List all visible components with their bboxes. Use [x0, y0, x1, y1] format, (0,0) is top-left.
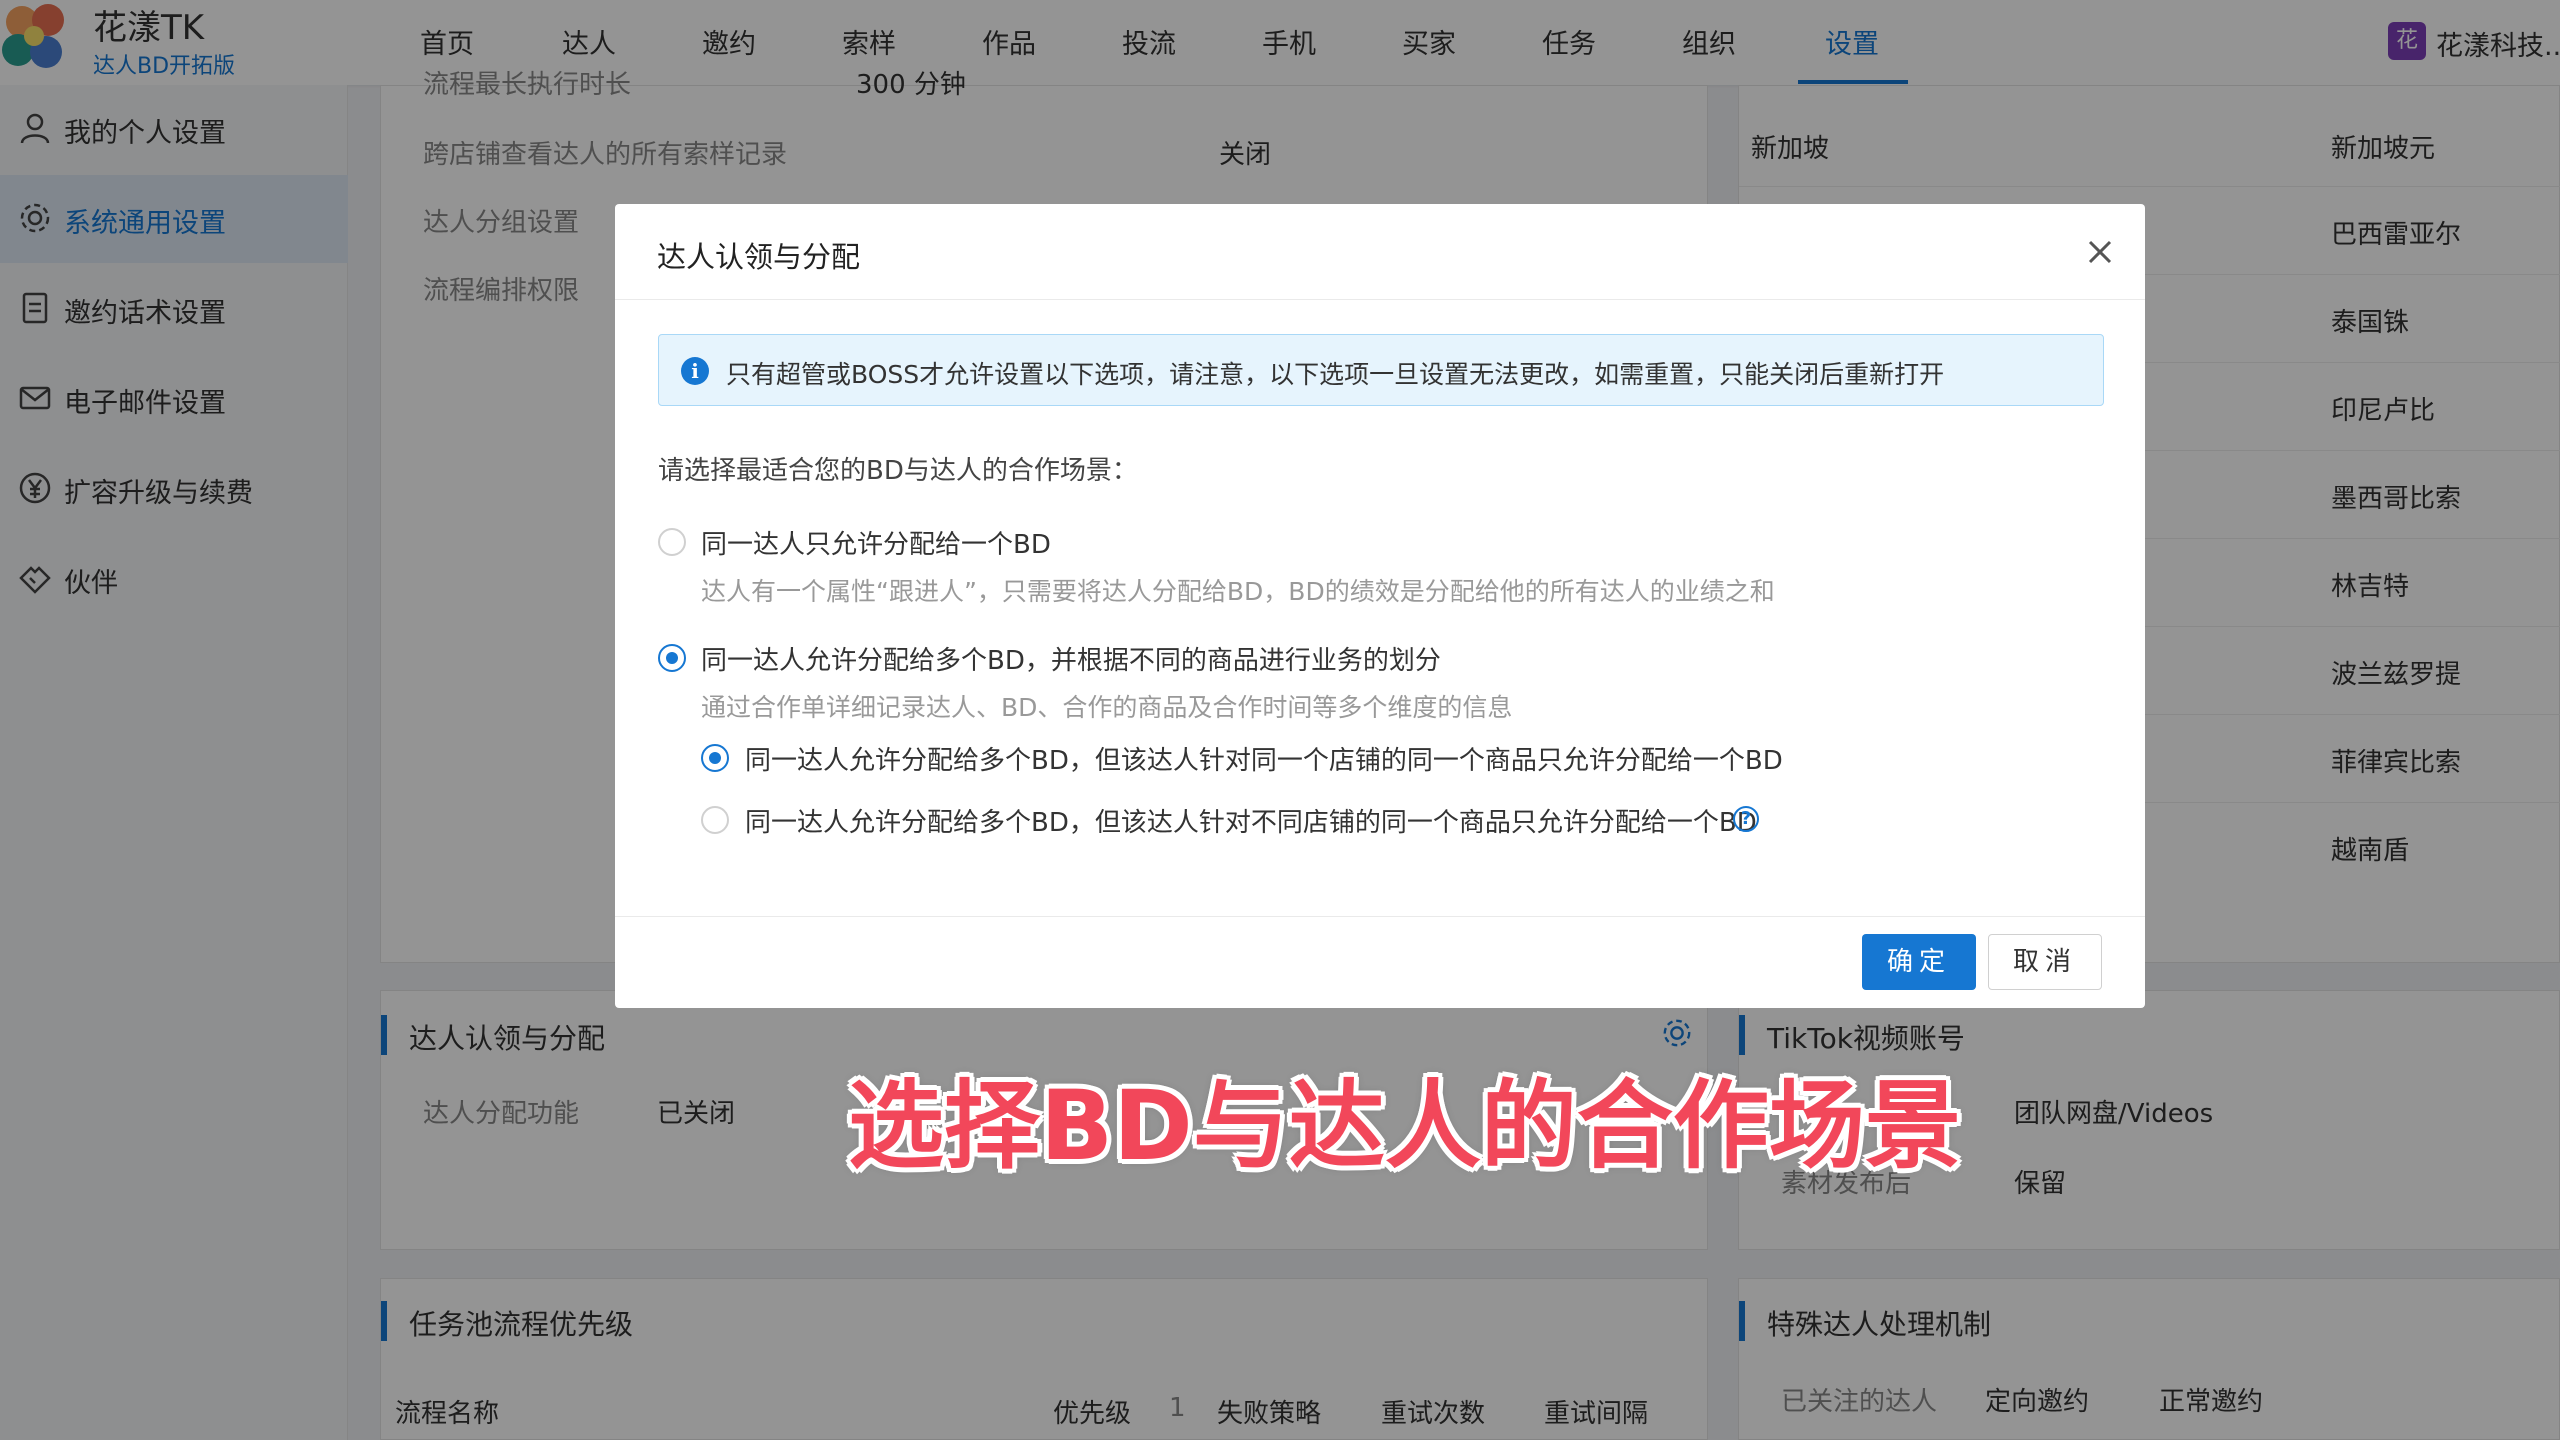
- alert-text: 只有超管或BOSS才允许设置以下选项，请注意，以下选项一旦设置无法更改，如需重置…: [726, 360, 1945, 389]
- modal-header: 达人认领与分配: [615, 204, 2145, 300]
- cancel-button[interactable]: 取消: [1988, 934, 2102, 990]
- option-multi-bd-radio[interactable]: [658, 644, 686, 672]
- claim-assign-modal: 达人认领与分配 i 只有超管或BOSS才允许设置以下选项，请注意，以下选项一旦设…: [615, 204, 2145, 1008]
- sub-option-diff-store-radio[interactable]: [701, 806, 729, 834]
- sub-option-same-store-radio[interactable]: [701, 744, 729, 772]
- sub-option-diff-store-label[interactable]: 同一达人允许分配给多个BD，但该达人针对不同店铺的同一个商品只允许分配给一个BD: [745, 802, 1757, 839]
- modal-footer-divider: [615, 916, 2145, 917]
- modal-title: 达人认领与分配: [657, 240, 861, 274]
- confirm-button[interactable]: 确定: [1862, 934, 1976, 990]
- scenario-question: 请选择最适合您的BD与达人的合作场景：: [658, 456, 1138, 486]
- option-single-bd-label[interactable]: 同一达人只允许分配给一个BD: [701, 524, 1051, 561]
- sub-option-same-store-label[interactable]: 同一达人允许分配给多个BD，但该达人针对同一个店铺的同一个商品只允许分配给一个B…: [745, 740, 1783, 777]
- option-single-bd-desc: 达人有一个属性“跟进人”，只需要将达人分配给BD，BD的绩效是分配给他的所有达人…: [701, 577, 1775, 606]
- close-icon[interactable]: [2080, 232, 2120, 272]
- option-single-bd-radio[interactable]: [658, 528, 686, 556]
- video-caption: 选择BD与达人的合作场景: [848, 1070, 1961, 1182]
- option-multi-bd-desc: 通过合作单详细记录达人、BD、合作的商品及合作时间等多个维度的信息: [701, 693, 1513, 722]
- help-icon[interactable]: ?: [1733, 806, 1759, 832]
- info-alert: i 只有超管或BOSS才允许设置以下选项，请注意，以下选项一旦设置无法更改，如需…: [658, 334, 2104, 406]
- option-multi-bd-label[interactable]: 同一达人允许分配给多个BD，并根据不同的商品进行业务的划分: [701, 640, 1441, 677]
- info-icon: i: [681, 357, 709, 385]
